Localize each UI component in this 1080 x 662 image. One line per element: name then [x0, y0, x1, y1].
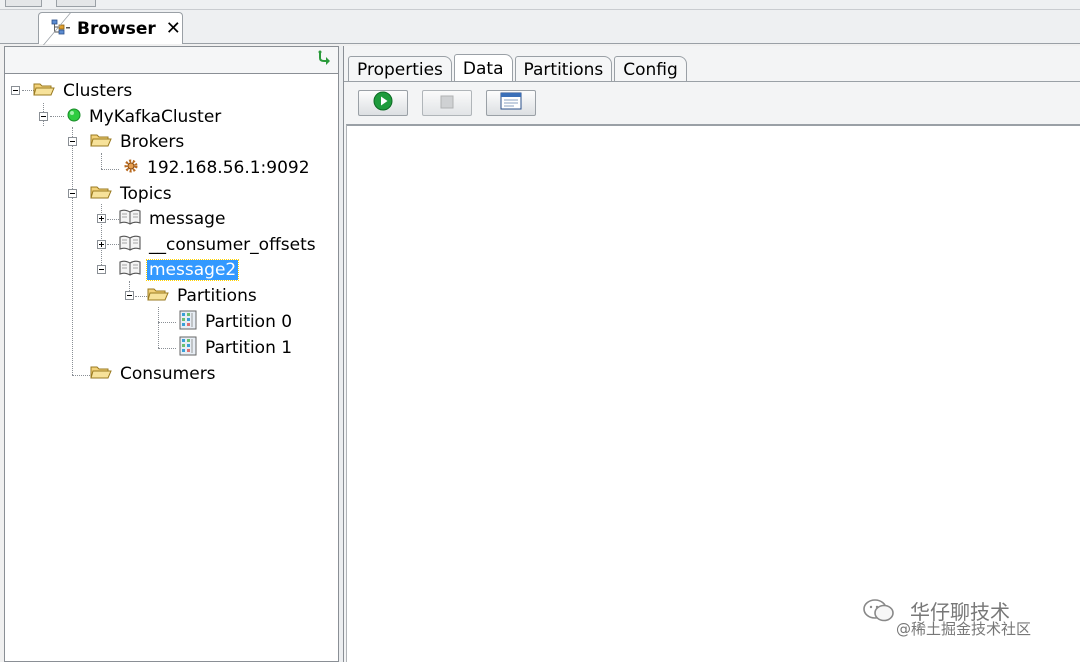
collapse-toggle-brokers[interactable]: [68, 137, 77, 146]
detail-panel: Properties Data Partitions Config: [343, 46, 1080, 662]
collapse-toggle-message2[interactable]: [97, 265, 106, 274]
tree-node-topic-message[interactable]: message: [119, 208, 227, 230]
tree-label: Clusters: [63, 81, 133, 101]
tree-label: 192.168.56.1:9092: [147, 158, 310, 178]
collapse-toggle-cluster[interactable]: [39, 112, 48, 121]
tree-label: MyKafkaCluster: [89, 107, 222, 127]
tree-label: Consumers: [120, 364, 216, 384]
tree-connector: [72, 127, 73, 375]
chat-bubble-icon: [862, 598, 896, 628]
tree-label: Partition 1: [205, 338, 293, 358]
folder-icon: [90, 364, 112, 385]
tree-connector: [158, 322, 176, 323]
arrow-collapse-icon[interactable]: [316, 50, 332, 72]
folder-icon: [33, 81, 55, 102]
tab-properties[interactable]: Properties: [348, 56, 452, 82]
tabs-baseline: [344, 81, 1080, 82]
browser-view-tab[interactable]: Browser ✕: [38, 12, 183, 44]
tree-connector: [107, 244, 119, 245]
start-button[interactable]: [358, 90, 408, 116]
grid-icon: [179, 336, 197, 361]
hierarchy-icon: [51, 19, 71, 39]
expand-toggle-message[interactable]: [97, 214, 106, 223]
collapse-toggle-clusters[interactable]: [11, 86, 20, 95]
tree-connector: [135, 296, 147, 297]
window-icon: [500, 92, 522, 114]
tree-node-cluster[interactable]: MyKafkaCluster: [67, 106, 223, 128]
folder-icon: [90, 132, 112, 153]
tree-connector: [107, 219, 119, 220]
tree-connector: [158, 348, 176, 349]
tree-label: Brokers: [120, 132, 185, 152]
tree-node-clusters[interactable]: Clusters: [33, 80, 134, 102]
expand-toggle-consumer-offsets[interactable]: [97, 240, 106, 249]
book-icon: [119, 260, 141, 281]
tree-node-topic-consumer-offsets[interactable]: __consumer_offsets: [119, 234, 318, 256]
tree-node-partitions[interactable]: Partitions: [147, 285, 259, 307]
detail-tabs: Properties Data Partitions Config: [348, 54, 689, 82]
view-button[interactable]: [486, 90, 536, 116]
tree-node-partition-0[interactable]: Partition 0: [179, 310, 294, 335]
book-icon: [119, 235, 141, 256]
tree-node-topics[interactable]: Topics: [90, 183, 174, 205]
tree-node-topic-message2[interactable]: message2: [119, 259, 240, 281]
tree-node-consumers[interactable]: Consumers: [90, 363, 218, 385]
tree-connector: [72, 375, 90, 376]
tree-node-brokers[interactable]: Brokers: [90, 131, 186, 153]
tab-partitions[interactable]: Partitions: [514, 56, 613, 82]
stop-icon: [440, 94, 454, 113]
tree-node-partition-1[interactable]: Partition 1: [179, 336, 294, 361]
close-icon[interactable]: ✕: [166, 18, 181, 39]
status-dot-icon: [67, 107, 81, 127]
tree-label-selected: message2: [145, 259, 240, 281]
stop-button[interactable]: [422, 90, 472, 116]
cluster-tree-panel: Clusters MyKafkaCluster Brokers 192.168.…: [4, 46, 339, 662]
view-tab-strip: Browser ✕: [0, 0, 1080, 44]
tab-config[interactable]: Config: [614, 56, 687, 82]
watermark: 华仔聊技术 @稀土掘金技术社区: [862, 596, 1062, 646]
book-icon: [119, 209, 141, 230]
tab-data[interactable]: Data: [453, 54, 513, 82]
folder-icon: [147, 286, 169, 307]
play-icon: [373, 91, 393, 115]
tree-connector: [101, 153, 102, 169]
tree-label: message: [149, 209, 226, 229]
tree-label: __consumer_offsets: [149, 235, 316, 255]
data-toolbar: [358, 90, 536, 116]
tree-label: Partition 0: [205, 312, 293, 332]
folder-icon: [90, 184, 112, 205]
watermark-site: @稀土掘金技术社区: [896, 620, 1032, 638]
strip-divider: [0, 9, 1080, 10]
data-content-area: [346, 124, 1080, 662]
tree-connector: [158, 307, 159, 348]
cluster-tree: Clusters MyKafkaCluster Brokers 192.168.…: [5, 77, 338, 657]
minimized-tab-stub[interactable]: [56, 0, 96, 7]
tree-label: Partitions: [177, 286, 257, 306]
gear-icon: [123, 158, 139, 179]
collapse-toggle-topics[interactable]: [68, 189, 77, 198]
tree-connector: [101, 169, 119, 170]
grid-icon: [179, 310, 197, 335]
tree-connector: [50, 116, 64, 117]
browser-tab-title: Browser: [77, 18, 156, 39]
collapse-toggle-partitions[interactable]: [125, 291, 134, 300]
tree-label: Topics: [120, 184, 172, 204]
tree-node-broker[interactable]: 192.168.56.1:9092: [123, 157, 312, 179]
tree-toolbar: [5, 47, 338, 74]
minimized-tab-stub[interactable]: [5, 0, 42, 7]
